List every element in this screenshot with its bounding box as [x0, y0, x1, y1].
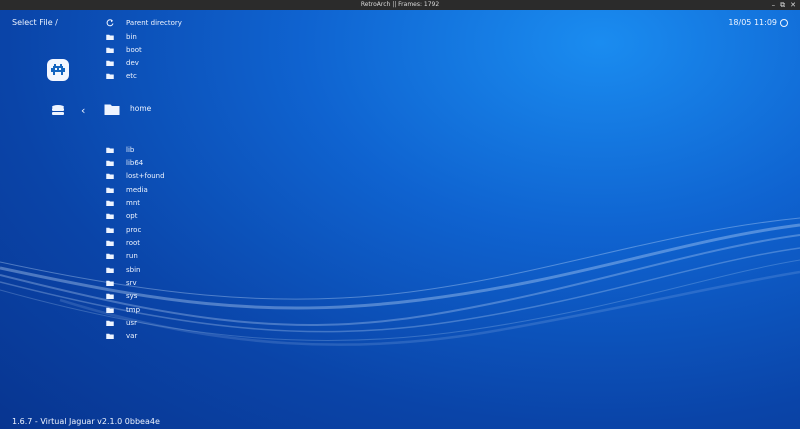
list-item[interactable]: root [105, 237, 140, 248]
window-titlebar: RetroArch || Frames: 1792 – ⧉ ✕ [0, 0, 800, 10]
list-item[interactable]: sbin [105, 264, 140, 275]
list-item[interactable]: bin [105, 31, 137, 42]
list-item-label: home [130, 104, 152, 113]
list-item-label: boot [126, 45, 142, 54]
folder-icon [105, 253, 115, 260]
database-icon[interactable] [51, 103, 65, 117]
close-button[interactable]: ✕ [790, 0, 796, 10]
minimize-button[interactable]: – [772, 0, 776, 10]
folder-icon [105, 160, 115, 166]
folder-icon [105, 280, 115, 286]
folder-icon [105, 240, 115, 246]
list-item[interactable]: usr [105, 318, 137, 329]
list-item[interactable]: dev [105, 58, 139, 69]
list-item[interactable]: var [105, 331, 137, 342]
refresh-icon [105, 18, 115, 27]
parent-directory-item[interactable]: Parent directory [105, 17, 182, 28]
folder-icon [105, 293, 115, 300]
clock-display: 18/05 11:09 [728, 18, 788, 27]
list-item-label: lost+found [126, 172, 165, 181]
list-item[interactable]: lib64 [105, 157, 143, 168]
list-item-label: etc [126, 72, 137, 81]
window-title: RetroArch || Frames: 1792 [360, 1, 440, 8]
list-item-label: lib [126, 145, 135, 154]
list-item[interactable]: media [105, 184, 148, 195]
folder-icon [105, 47, 115, 53]
restore-button[interactable]: ⧉ [780, 0, 785, 10]
folder-icon [105, 187, 115, 193]
list-item[interactable]: sys [105, 291, 137, 302]
folder-icon [105, 173, 115, 180]
list-item-label: Parent directory [126, 18, 182, 27]
list-item[interactable]: lost+found [105, 171, 165, 182]
list-item-label: srv [126, 279, 137, 287]
folder-icon [105, 333, 115, 340]
folder-icon [105, 60, 115, 67]
list-item[interactable]: lib [105, 144, 134, 155]
folder-icon [105, 73, 115, 80]
list-item-label: var [126, 332, 138, 341]
clock-icon [780, 18, 788, 27]
list-item-label: bin [126, 32, 137, 41]
list-item-label: media [126, 185, 148, 194]
list-item[interactable]: mnt [105, 197, 140, 208]
list-item-label: root [126, 238, 141, 247]
core-version: 1.6.7 - Virtual Jaguar v2.1.0 0bbea4e [12, 417, 160, 426]
clock-text: 18/05 11:09 [728, 18, 777, 27]
folder-icon [103, 103, 121, 115]
list-item[interactable]: etc [105, 71, 137, 82]
list-item[interactable]: tmp [105, 304, 140, 315]
folder-icon [105, 267, 115, 273]
folder-icon [105, 147, 115, 153]
list-item-label: mnt [126, 198, 140, 207]
chevron-left-icon[interactable]: ‹ [81, 104, 85, 117]
list-item-selected[interactable]: home [103, 103, 152, 115]
folder-icon [105, 34, 115, 40]
folder-icon [105, 307, 115, 313]
retroarch-logo-icon[interactable] [47, 59, 69, 81]
list-item-label: sbin [126, 265, 141, 274]
list-item-label: tmp [126, 305, 141, 314]
list-item-label: run [126, 252, 138, 261]
list-item-label: sys [126, 292, 138, 301]
folder-icon [105, 320, 115, 327]
folder-icon [105, 213, 115, 220]
list-item[interactable]: srv [105, 278, 137, 289]
list-item-label: usr [126, 319, 137, 328]
list-item[interactable]: run [105, 251, 138, 262]
list-item[interactable]: opt [105, 211, 137, 222]
list-item-label: lib64 [126, 158, 144, 167]
folder-icon [105, 227, 115, 233]
list-item-label: proc [126, 225, 142, 234]
list-item-label: opt [126, 212, 138, 221]
folder-icon [105, 200, 115, 206]
list-item[interactable]: proc [105, 224, 141, 235]
page-title: Select File / [12, 18, 58, 27]
list-item[interactable]: boot [105, 44, 142, 55]
list-item-label: dev [126, 59, 139, 68]
